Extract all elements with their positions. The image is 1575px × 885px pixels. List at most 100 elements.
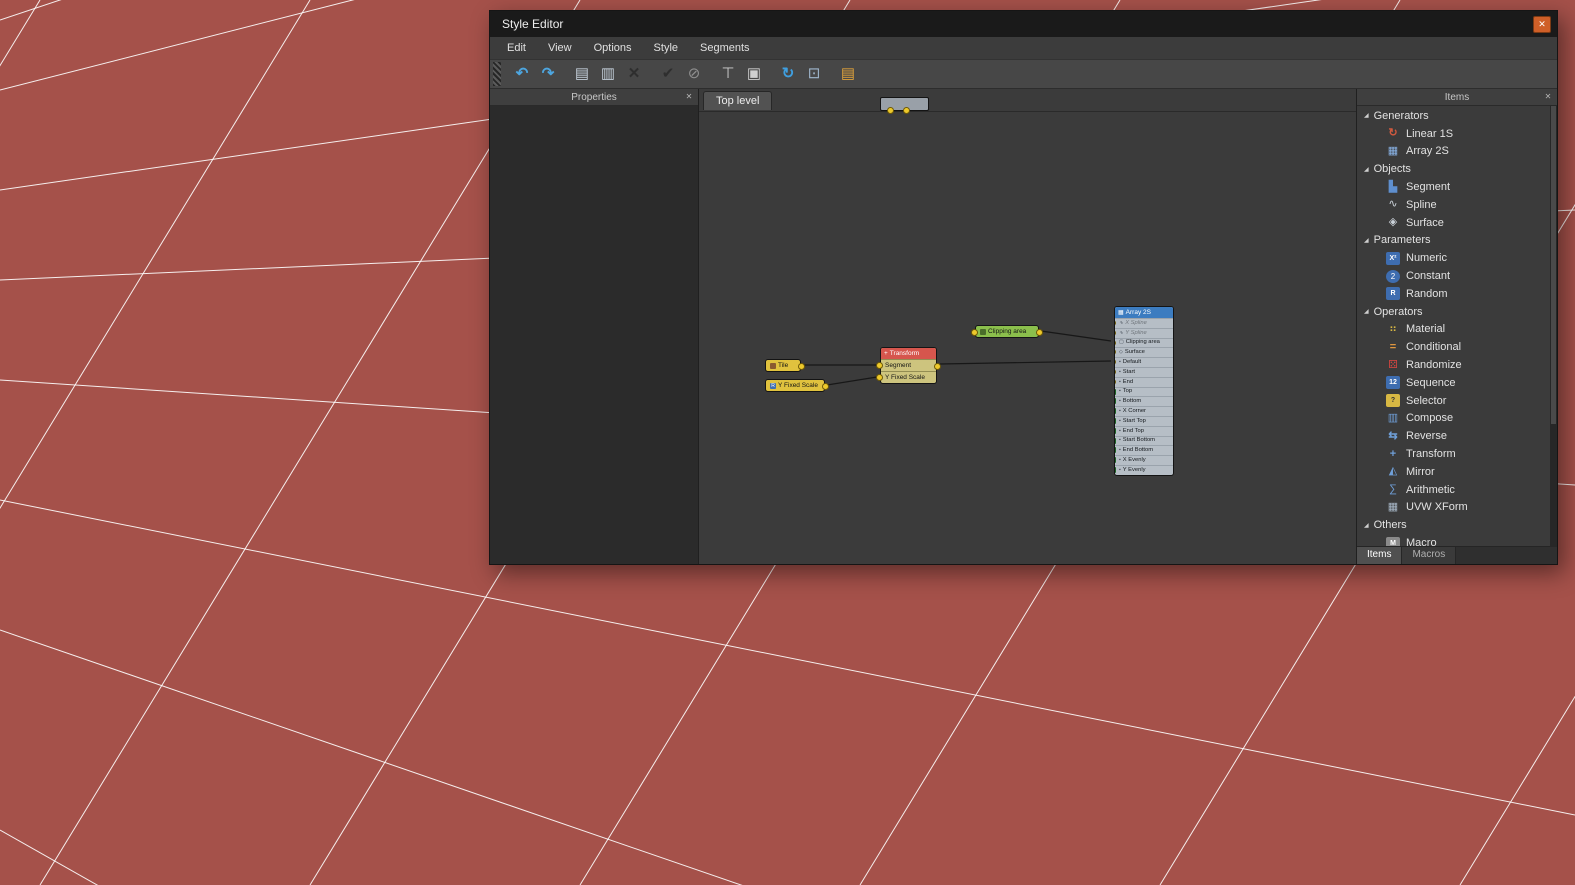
items-section-others[interactable]: ◢ Others <box>1357 516 1557 534</box>
menu-segments[interactable]: Segments <box>689 42 761 54</box>
input-port[interactable] <box>971 328 978 336</box>
output-port[interactable] <box>903 107 910 114</box>
array-input-clipping-area[interactable]: ▢ Clipping area <box>1115 338 1173 348</box>
output-port[interactable] <box>934 363 941 370</box>
array-input-x-spline[interactable]: ∿ X Spline <box>1115 318 1173 328</box>
wire-clipping-to-array[interactable] <box>1040 330 1112 342</box>
items-item-reverse[interactable]: ⇆ Reverse <box>1357 427 1557 445</box>
menu-view[interactable]: View <box>537 42 583 54</box>
node-tile[interactable]: Tile <box>765 359 805 372</box>
copy-icon[interactable]: ▤ <box>570 63 594 85</box>
items-scrollbar-thumb[interactable] <box>1551 106 1556 425</box>
output-port[interactable] <box>798 362 805 370</box>
items-item-spline[interactable]: ∿ Spline <box>1357 196 1557 214</box>
items-item-transform[interactable]: + Transform <box>1357 445 1557 463</box>
input-port[interactable] <box>1115 457 1116 464</box>
items-item-conditional[interactable]: = Conditional <box>1357 338 1557 356</box>
array-input-end-bottom[interactable]: ▪ End Bottom <box>1115 445 1173 455</box>
items-item-selector[interactable]: ? Selector <box>1357 392 1557 410</box>
array-input-x-corner[interactable]: ▪ X Corner <box>1115 406 1173 416</box>
input-port[interactable] <box>1115 378 1116 385</box>
node-canvas[interactable]: Top level Tile R Y Fixed Scale + Transfo… <box>699 89 1356 564</box>
wire-yfixedscale-to-transform[interactable] <box>826 376 878 386</box>
refresh-icon[interactable]: ↻ <box>776 63 800 85</box>
input-port[interactable] <box>1115 437 1116 444</box>
array-input-top[interactable]: ▪ Top <box>1115 387 1173 397</box>
delete-icon[interactable]: ✕ <box>622 63 646 85</box>
array-input-y-evenly[interactable]: ▪ Y Evenly <box>1115 465 1173 475</box>
items-scrollbar[interactable] <box>1550 105 1557 547</box>
container-icon[interactable]: ▣ <box>742 63 766 85</box>
input-port[interactable] <box>1115 466 1116 473</box>
menu-edit[interactable]: Edit <box>496 42 537 54</box>
array-input-x-evenly[interactable]: ▪ X Evenly <box>1115 455 1173 465</box>
tab-macros[interactable]: Macros <box>1402 547 1457 564</box>
tab-items[interactable]: Items <box>1357 547 1403 564</box>
array-input-start-top[interactable]: ▪ Start Top <box>1115 416 1173 426</box>
input-port[interactable] <box>1115 427 1116 434</box>
paste-icon[interactable]: ▥ <box>596 63 620 85</box>
node-transform[interactable]: + Transform Segment Y Fixed Scale <box>876 347 941 384</box>
node-array-2s[interactable]: ▦ Array 2S ∿ X Spline ∿ Y Spline ▢ Clipping a… <box>1114 306 1174 476</box>
output-port[interactable] <box>1036 328 1043 336</box>
array-input-y-spline[interactable]: ∿ Y Spline <box>1115 328 1173 338</box>
transform-input-y-fixed-scale[interactable]: Y Fixed Scale <box>876 371 936 383</box>
items-item-constant[interactable]: 2 Constant <box>1357 267 1557 285</box>
items-section-generators[interactable]: ◢ Generators <box>1357 107 1557 125</box>
node-clipping-area[interactable]: Clipping area <box>971 325 1043 338</box>
align-top-icon[interactable]: ⊤ <box>716 63 740 85</box>
items-section-operators[interactable]: ◢ Operators <box>1357 303 1557 321</box>
items-item-randomize[interactable]: ⚄ Randomize <box>1357 356 1557 374</box>
array-input-start[interactable]: ▪ Start <box>1115 367 1173 377</box>
undo-icon[interactable]: ↶ <box>510 63 534 85</box>
items-item-macro[interactable]: M Macro <box>1357 534 1557 546</box>
library-icon[interactable]: ▤ <box>836 63 860 85</box>
input-port[interactable] <box>1115 359 1116 366</box>
properties-close-icon[interactable]: ✕ <box>683 91 695 103</box>
array-input-end[interactable]: ▪ End <box>1115 377 1173 387</box>
wire-transform-to-array[interactable] <box>939 360 1112 365</box>
check-icon[interactable]: ✔ <box>656 63 680 85</box>
items-item-linear-1s[interactable]: ↻ Linear 1S <box>1357 125 1557 143</box>
input-port[interactable] <box>1115 417 1116 424</box>
array-input-default[interactable]: ▪ Default <box>1115 357 1173 367</box>
output-port[interactable] <box>887 107 894 114</box>
input-port[interactable] <box>1115 388 1116 395</box>
items-item-surface[interactable]: ◈ Surface <box>1357 214 1557 232</box>
items-item-sequence[interactable]: 12 Sequence <box>1357 374 1557 392</box>
items-item-mirror[interactable]: ◭ Mirror <box>1357 463 1557 481</box>
window-close-icon[interactable]: ✕ <box>1533 15 1551 33</box>
toolbar-drag-handle-icon[interactable] <box>493 62 501 86</box>
array-input-start-bottom[interactable]: ▪ Start Bottom <box>1115 436 1173 446</box>
items-item-segment[interactable]: ▙ Segment <box>1357 178 1557 196</box>
output-port[interactable] <box>822 382 829 390</box>
input-port[interactable] <box>1115 368 1116 375</box>
input-port[interactable] <box>1115 339 1116 346</box>
input-port[interactable] <box>1115 349 1116 356</box>
partial-node[interactable] <box>880 97 929 114</box>
input-port[interactable] <box>1115 329 1116 336</box>
input-port[interactable] <box>1115 447 1116 454</box>
items-item-uvw-xform[interactable]: ▦ UVW XForm <box>1357 499 1557 517</box>
menu-options[interactable]: Options <box>583 42 643 54</box>
items-item-array-2s[interactable]: ▦ Array 2S <box>1357 143 1557 161</box>
window-titlebar[interactable]: Style Editor ✕ <box>490 11 1557 37</box>
transform-input-segment[interactable]: Segment <box>876 359 936 371</box>
array-input-bottom[interactable]: ▪ Bottom <box>1115 396 1173 406</box>
node-y-fixed-scale[interactable]: R Y Fixed Scale <box>765 379 829 392</box>
menu-style[interactable]: Style <box>643 42 689 54</box>
redo-icon[interactable]: ↷ <box>536 63 560 85</box>
transform-node-header[interactable]: + Transform <box>881 348 936 359</box>
input-port[interactable] <box>1115 398 1116 405</box>
array-input-end-top[interactable]: ▪ End Top <box>1115 426 1173 436</box>
items-section-parameters[interactable]: ◢ Parameters <box>1357 232 1557 250</box>
array-node-header[interactable]: ▦ Array 2S <box>1115 307 1173 318</box>
disable-icon[interactable]: ⊘ <box>682 63 706 85</box>
input-port[interactable] <box>876 362 883 369</box>
items-section-objects[interactable]: ◢ Objects <box>1357 160 1557 178</box>
items-item-random[interactable]: R Random <box>1357 285 1557 303</box>
items-item-compose[interactable]: ▥ Compose <box>1357 410 1557 428</box>
items-item-numeric[interactable]: X² Numeric <box>1357 249 1557 267</box>
items-item-arithmetic[interactable]: ∑ Arithmetic <box>1357 481 1557 499</box>
array-input-surface[interactable]: ◇ Surface <box>1115 347 1173 357</box>
